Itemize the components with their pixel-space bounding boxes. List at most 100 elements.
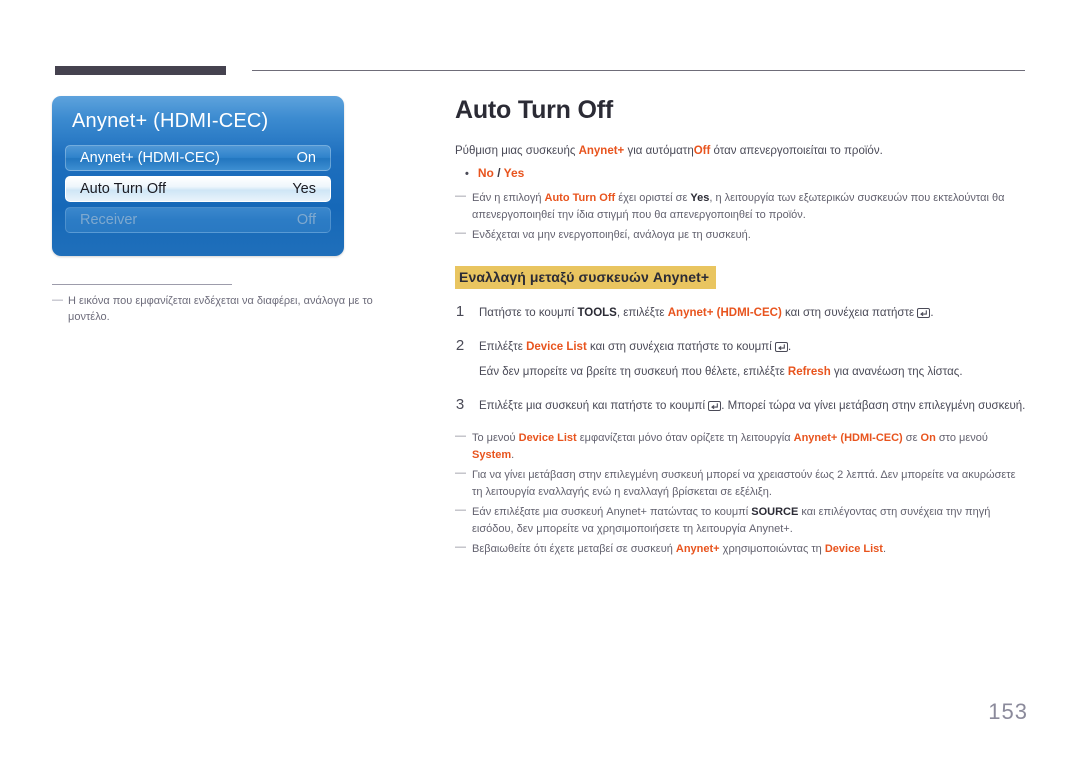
- note-dash-icon: ―: [52, 294, 63, 306]
- text-run: Yes: [690, 192, 710, 205]
- osd-row-receiver: Receiver Off: [65, 207, 331, 233]
- note-dash-icon: ―: [455, 467, 466, 479]
- note-dash-icon: ―: [455, 430, 466, 442]
- text-run: Anynet+ (HDMI-CEC): [793, 432, 903, 444]
- text-run: Για να γίνει μετάβαση στην επιλεγμένη συ…: [472, 469, 1016, 498]
- text-run: Ενδέχεται να μην ενεργοποιηθεί, ανάλογα …: [472, 229, 751, 242]
- note-item: ― Ενδέχεται να μην ενεργοποιηθεί, ανάλογ…: [455, 227, 1027, 244]
- intro-part-2: για αυτόματη: [624, 145, 694, 157]
- main-content: Auto Turn Off Ρύθμιση μιας συσκευής Anyn…: [455, 96, 1027, 562]
- text-run: έχει οριστεί σε: [615, 192, 691, 205]
- note-item: ― Εάν η επιλογή Auto Turn Off έχει οριστ…: [455, 190, 1027, 223]
- left-note-block: ― Η εικόνα που εμφανίζεται ενδέχεται να …: [52, 284, 392, 326]
- text-run: Εάν δεν μπορείτε να βρείτε τη συσκευή πο…: [479, 366, 788, 379]
- note-dash-icon: ―: [455, 190, 466, 203]
- intro-term-anynet: Anynet+: [578, 145, 625, 157]
- step-number: 2: [455, 336, 465, 354]
- notes-top: ― Εάν η επιλογή Auto Turn Off έχει οριστ…: [455, 190, 1027, 244]
- section-heading: Εναλλαγή μεταξύ συσκευών Anynet+: [455, 265, 717, 289]
- osd-row-value: On: [296, 150, 316, 166]
- osd-menu-list: Anynet+ (HDMI-CEC) On Auto Turn Off Yes …: [52, 145, 344, 233]
- step-item-1: 1 Πατήστε το κουμπί TOOLS, επιλέξτε Anyn…: [455, 303, 1027, 323]
- step-2-substep: Εάν δεν μπορείτε να βρείτε τη συσκευή πο…: [479, 364, 1027, 382]
- step-number: 1: [455, 302, 465, 320]
- osd-row-auto-turn-off[interactable]: Auto Turn Off Yes: [65, 176, 331, 202]
- left-note: ― Η εικόνα που εμφανίζεται ενδέχεται να …: [52, 294, 392, 326]
- intro-paragraph: Ρύθμιση μιας συσκευής Anynet+ για αυτόμα…: [455, 143, 1027, 160]
- header-rule: [55, 66, 1025, 75]
- text-run: , επιλέξτε: [616, 306, 668, 319]
- text-run: System: [472, 448, 512, 461]
- note-item: ― Βεβαιωθείτε ότι έχετε μεταβεί σε συσκε…: [455, 541, 1027, 558]
- options-bullet-row: • No / Yes: [465, 166, 1027, 180]
- step-text: Πατήστε το κουμπί TOOLS, επιλέξτε Anynet…: [479, 305, 1027, 323]
- text-run: Device List: [526, 340, 587, 353]
- step-text: Επιλέξτε Device List και στη συνέχεια πα…: [479, 339, 1027, 357]
- text-run: και στη συνέχεια πατήστε: [781, 306, 918, 319]
- text-run: On: [920, 432, 936, 444]
- enter-key-icon: [708, 401, 722, 412]
- osd-row-value: Off: [296, 212, 316, 228]
- enter-key-icon: [917, 307, 931, 318]
- text-run: Device List: [824, 543, 883, 555]
- manual-page: { "colors": { "accent_orange": "#e8541e"…: [0, 0, 1080, 763]
- text-run: Auto Turn Off: [544, 192, 616, 205]
- text-run: και στη συνέχεια πατήστε το κουμπί: [586, 340, 775, 353]
- option-separator: /: [493, 166, 504, 181]
- note-item: ― Για να γίνει μετάβαση στην επιλεγμένη …: [455, 467, 1027, 500]
- left-note-text: Η εικόνα που εμφανίζεται ενδέχεται να δι…: [68, 295, 373, 323]
- text-run: Πατήστε το κουμπί: [479, 306, 578, 319]
- text-run: Εάν επιλέξατε μια συσκευή Anynet+ πατώντ…: [472, 506, 752, 518]
- text-run: εμφανίζεται μόνο όταν ορίζετε τη λειτουρ…: [576, 432, 794, 444]
- text-run: Εάν η επιλογή: [472, 192, 545, 205]
- text-run: .: [511, 448, 515, 461]
- text-run: .: [930, 306, 934, 319]
- text-run: Device List: [518, 432, 577, 444]
- text-run: χρησιμοποιώντας τη: [719, 543, 825, 555]
- left-column: Anynet+ (HDMI-CEC) Anynet+ (HDMI-CEC) On…: [52, 96, 412, 326]
- osd-panel-title: Anynet+ (HDMI-CEC): [72, 110, 269, 132]
- note-text: Για να γίνει μετάβαση στην επιλεγμένη συ…: [472, 467, 1027, 500]
- text-run: Anynet+ (HDMI-CEC): [667, 306, 782, 319]
- page-number: 153: [988, 699, 1028, 724]
- osd-panel: Anynet+ (HDMI-CEC) Anynet+ (HDMI-CEC) On…: [52, 96, 344, 256]
- text-run: σε: [902, 432, 921, 444]
- text-run: Το μενού: [472, 432, 519, 444]
- step-number: 3: [455, 396, 465, 414]
- steps-list: 1 Πατήστε το κουμπί TOOLS, επιλέξτε Anyn…: [455, 303, 1027, 416]
- header-rule-thick: [55, 66, 226, 75]
- text-run: Refresh: [787, 366, 831, 379]
- note-dash-icon: ―: [455, 541, 466, 553]
- text-run: Επιλέξτε μια συσκευή και πατήστε το κουμ…: [479, 400, 709, 413]
- note-dash-icon: ―: [455, 227, 466, 240]
- note-text: Εάν επιλέξατε μια συσκευή Anynet+ πατώντ…: [472, 504, 1027, 537]
- header-rule-thin: [252, 70, 1025, 71]
- text-run: Επιλέξτε: [479, 340, 527, 353]
- intro-part-1: Ρύθμιση μιας συσκευής: [455, 145, 579, 157]
- osd-row-anynet-hdmi-cec[interactable]: Anynet+ (HDMI-CEC) On: [65, 145, 331, 171]
- page-title: Auto Turn Off: [455, 96, 613, 124]
- notes-bottom: ― Το μενού Device List εμφανίζεται μόνο …: [455, 430, 1027, 558]
- bullet-dot-icon: •: [465, 168, 469, 181]
- text-run: .: [882, 543, 887, 555]
- option-yes: Yes: [503, 166, 525, 181]
- osd-row-value: Yes: [292, 181, 316, 197]
- note-item: ― Εάν επιλέξατε μια συσκευή Anynet+ πατώ…: [455, 504, 1027, 537]
- note-text: Βεβαιωθείτε ότι έχετε μεταβεί σε συσκευή…: [472, 541, 1027, 558]
- note-text: Εάν η επιλογή Auto Turn Off έχει οριστεί…: [472, 190, 1027, 223]
- enter-key-icon: [774, 341, 788, 352]
- intro-part-3: όταν απενεργοποιείται το προϊόν.: [710, 145, 883, 157]
- text-run: Anynet+: [675, 543, 720, 555]
- text-run: SOURCE: [751, 506, 799, 518]
- note-text: Ενδέχεται να μην ενεργοποιηθεί, ανάλογα …: [472, 227, 1027, 244]
- step-item-3: 3 Επιλέξτε μια συσκευή και πατήστε το κο…: [455, 396, 1027, 416]
- option-no: No: [477, 166, 494, 181]
- text-run: TOOLS: [577, 306, 617, 319]
- text-run: Βεβαιωθείτε ότι έχετε μεταβεί σε συσκευή: [472, 543, 676, 555]
- text-run: .: [787, 340, 792, 353]
- text-run: στο μενού: [935, 432, 988, 444]
- osd-row-label: Auto Turn Off: [80, 181, 166, 197]
- osd-row-label: Anynet+ (HDMI-CEC): [80, 150, 220, 166]
- step-text: Επιλέξτε μια συσκευή και πατήστε το κουμ…: [479, 398, 1027, 416]
- intro-term-off: Off: [693, 145, 711, 157]
